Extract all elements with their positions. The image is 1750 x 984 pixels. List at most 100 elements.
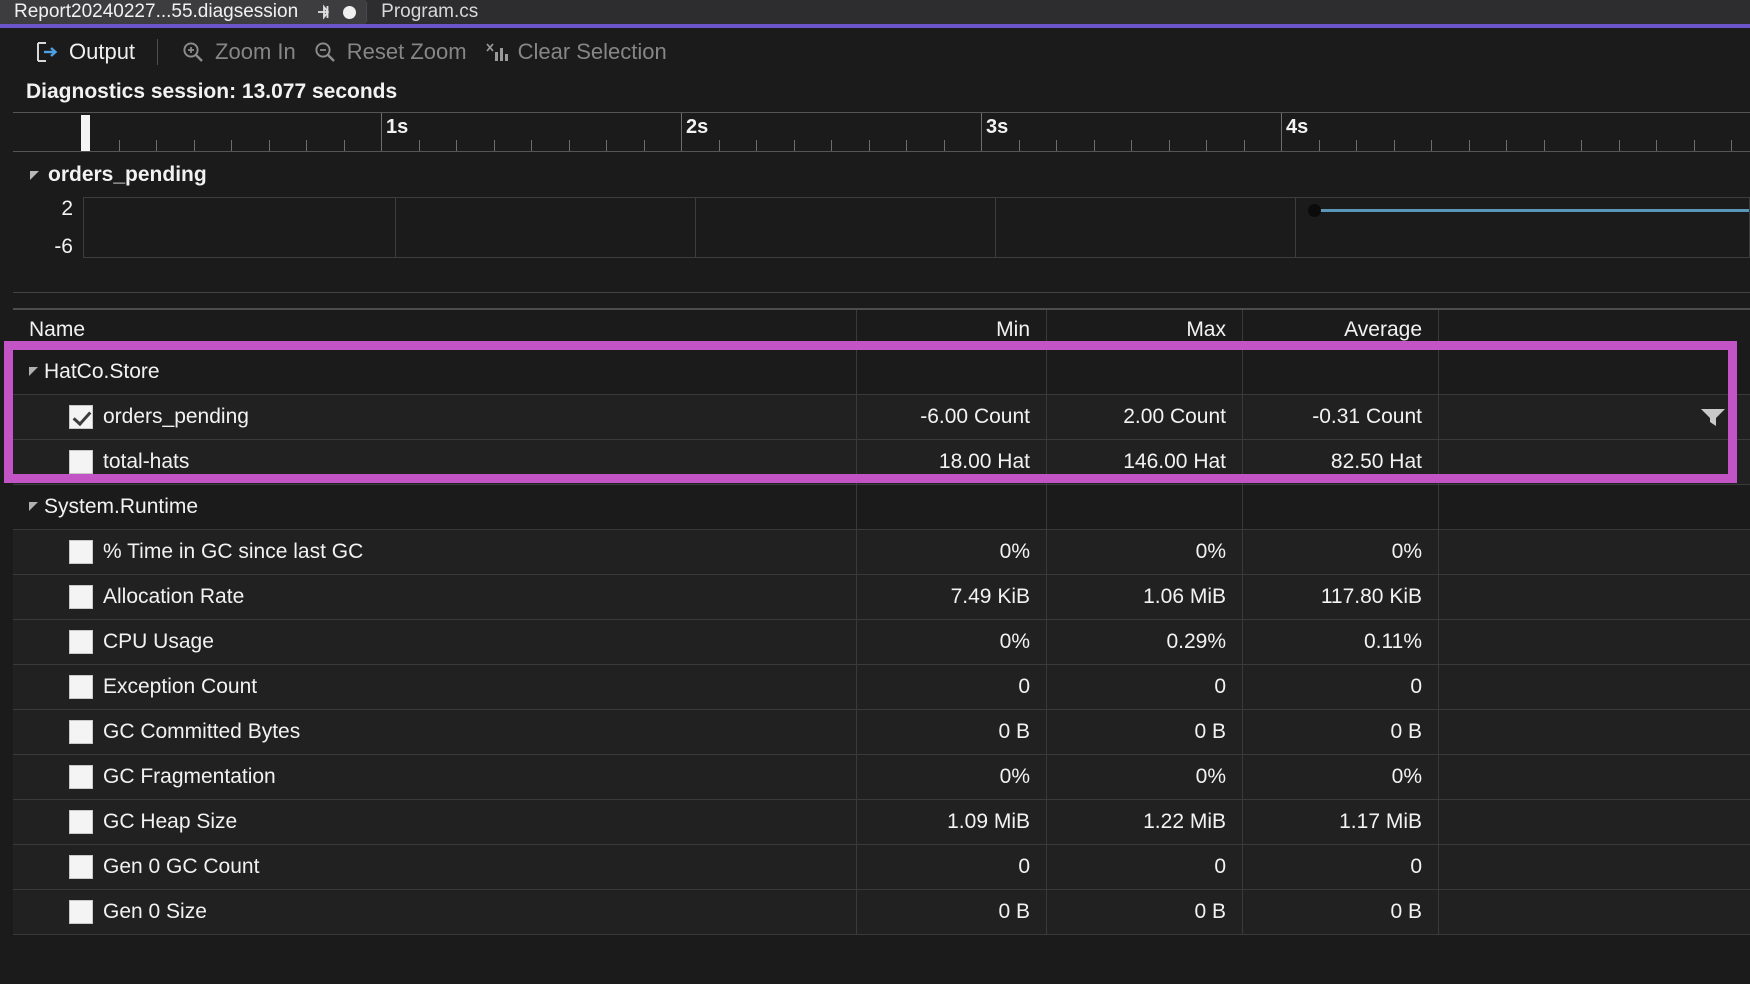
tab-diagsession[interactable]: Report20240227...55.diagsession: [0, 0, 367, 24]
chart-title-label: orders_pending: [48, 163, 207, 186]
column-header-name[interactable]: Name: [13, 310, 856, 350]
counter-name-label: GC Fragmentation: [103, 765, 276, 788]
timeline-cursor-handle[interactable]: [81, 115, 90, 151]
ruler-minor-tick: [456, 140, 457, 151]
table-row[interactable]: GC Committed Bytes 0 B0 B0 B: [13, 710, 1750, 755]
ruler-minor-tick: [344, 140, 345, 151]
ruler-minor-tick: [1619, 140, 1620, 151]
group-cell-average: [1242, 485, 1438, 529]
chart-ytick-max: 2: [61, 197, 73, 220]
group-cell-max: [1046, 485, 1242, 529]
table-row[interactable]: orders_pending -6.00 Count 2.00 Count -0.31…: [13, 395, 1750, 440]
column-divider[interactable]: [1438, 310, 1439, 350]
ruler-minor-tick: [569, 140, 570, 151]
table-row[interactable]: Gen 0 Size 0 B0 B0 B: [13, 890, 1750, 935]
grid-body: HatCo.Store orders_pending -6.00 Count 2.00…: [13, 350, 1750, 935]
table-row[interactable]: GC Heap Size 1.09 MiB 1.22 MiB 1.17 MiB: [13, 800, 1750, 845]
group-cell-spacer: [1438, 485, 1750, 529]
cell-spacer: [1438, 530, 1750, 574]
chart-series-line-orders-pending: [1319, 209, 1749, 212]
cell-min: 0%: [856, 530, 1046, 574]
chart-plot-area[interactable]: [83, 197, 1750, 258]
timeline-ruler[interactable]: 1s 2s 3s 4s: [13, 112, 1750, 152]
ruler-minor-tick: [644, 140, 645, 151]
chart-gridline: [995, 198, 996, 257]
cell-spacer: [1438, 800, 1750, 844]
cell-average: 117.80 KiB: [1242, 575, 1438, 619]
ruler-minor-tick: [1581, 140, 1582, 151]
cell-spacer: [1438, 665, 1750, 709]
toolbar-divider: [157, 39, 159, 65]
counter-name-label: GC Heap Size: [103, 810, 238, 833]
tab-label: Program.cs: [381, 1, 479, 22]
ruler-label-1s: 1s: [386, 116, 409, 138]
cell-min: 1.09 MiB: [856, 800, 1046, 844]
chart-gridline: [695, 198, 696, 257]
output-button[interactable]: Output: [26, 37, 143, 67]
grid-group-row[interactable]: System.Runtime: [13, 485, 1750, 530]
ruler-minor-tick: [1469, 140, 1470, 151]
tab-program-cs[interactable]: Program.cs: [367, 0, 489, 24]
ruler-minor-tick: [944, 140, 945, 151]
table-row[interactable]: Gen 0 GC Count 0 0 0: [13, 845, 1750, 890]
zoom-out-icon: [312, 39, 338, 65]
chart-title-row[interactable]: orders_pending: [30, 163, 207, 187]
unsaved-dot-icon[interactable]: [343, 5, 357, 19]
cell-max: 0: [1046, 845, 1242, 889]
ruler-minor-tick: [1281, 140, 1282, 151]
table-row[interactable]: CPU Usage 0% 0.29% 0.11%: [13, 620, 1750, 665]
chart-data-point-marker[interactable]: [1308, 204, 1321, 217]
column-header-min[interactable]: Min: [856, 310, 1046, 350]
table-row[interactable]: GC Fragmentation 0% 0% 0%: [13, 755, 1750, 800]
cell-spacer: [1438, 755, 1750, 799]
cell-max: 1.06 MiB: [1046, 575, 1242, 619]
cell-min: 7.49 KiB: [856, 575, 1046, 619]
clear-selection-label: Clear Selection: [517, 39, 667, 64]
table-row[interactable]: total-hats 18.00 Hat 146.00 Hat 82.50 Hat: [13, 440, 1750, 485]
group-name-label: HatCo.Store: [44, 360, 160, 383]
cell-spacer: [1438, 575, 1750, 619]
ruler-minor-tick: [906, 140, 907, 151]
cell-average: 82.50 Hat: [1242, 440, 1438, 484]
counter-name-label: orders_pending: [103, 405, 249, 428]
output-button-label: Output: [69, 39, 136, 64]
table-row[interactable]: Exception Count 0 0 0: [13, 665, 1750, 710]
cell-max: 146.00 Hat: [1046, 440, 1242, 484]
pin-icon[interactable]: [314, 3, 332, 21]
table-row[interactable]: Allocation Rate 7.49 KiB 1.06 MiB 117.80 Ki…: [13, 575, 1750, 620]
cell-average: 0: [1242, 665, 1438, 709]
ruler-minor-tick: [119, 140, 120, 151]
counter-name-label: Exception Count: [103, 675, 258, 698]
ruler-minor-tick: [719, 140, 720, 151]
counter-name-label: CPU Usage: [103, 630, 214, 653]
chevron-collapse-icon[interactable]: [30, 170, 39, 180]
ruler-minor-tick: [756, 140, 757, 151]
grid-group-row[interactable]: HatCo.Store: [13, 350, 1750, 395]
ruler-minor-tick: [606, 140, 607, 151]
group-cell-min: [856, 485, 1046, 529]
ruler-minor-tick: [194, 140, 195, 151]
cell-min: 0 B: [856, 890, 1046, 934]
group-cell-spacer: [1438, 350, 1750, 394]
cell-max: 0 B: [1046, 890, 1242, 934]
table-row[interactable]: % Time in GC since last GC 0% 0% 0%: [13, 530, 1750, 575]
zoom-in-label: Zoom In: [215, 39, 296, 64]
diagnostics-hub-window: Report20240227...55.diagsession Program.…: [0, 0, 1750, 984]
counter-name-label: total-hats: [103, 450, 190, 473]
reset-zoom-label: Reset Zoom: [346, 39, 467, 64]
cell-min: 0 B: [856, 710, 1046, 754]
ruler-minor-tick: [1319, 140, 1320, 151]
clear-selection-button[interactable]: Clear Selection: [475, 37, 675, 67]
cell-max: 2.00 Count: [1046, 395, 1242, 439]
column-header-max[interactable]: Max: [1046, 310, 1242, 350]
zoom-in-button[interactable]: Zoom In: [172, 37, 304, 67]
ruler-minor-tick: [1244, 140, 1245, 151]
column-header-average[interactable]: Average: [1242, 310, 1438, 350]
ruler-minor-tick: [531, 140, 532, 151]
clear-selection-icon: [483, 39, 509, 65]
cell-min: -6.00 Count: [856, 395, 1046, 439]
chart-gridline: [395, 198, 396, 257]
tab-label: Report20240227...55.diagsession: [14, 1, 299, 22]
reset-zoom-button[interactable]: Reset Zoom: [304, 37, 475, 67]
cell-max: 0%: [1046, 755, 1242, 799]
